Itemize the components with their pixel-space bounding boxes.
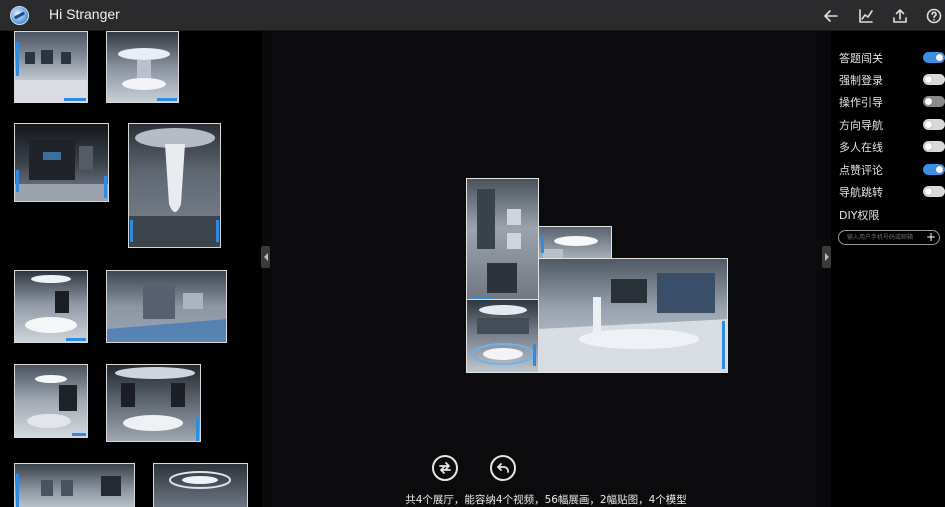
diy-user-input[interactable] (847, 232, 927, 243)
collapse-right-handle[interactable] (822, 246, 831, 268)
top-bar: Hi Stranger (0, 0, 945, 31)
hall-thumb-7[interactable] (14, 364, 88, 438)
hall-thumb-6[interactable] (106, 270, 227, 343)
hall-thumb-3[interactable] (14, 123, 109, 202)
hall-thumb-1[interactable] (14, 31, 88, 103)
toggle-like-comment[interactable] (923, 164, 945, 175)
setting-label-multiplayer: 多人在线 (839, 141, 883, 154)
settings-panel: 答题闯关 强制登录 操作引导 方向导航 多人在线 点赞评论 导航跳转 DIY权限… (831, 31, 945, 507)
share-upload-icon[interactable] (889, 5, 911, 27)
hall-gallery (0, 31, 262, 507)
app-title: Hi Stranger (49, 6, 120, 22)
setting-guide: 操作引导 (839, 93, 945, 111)
app-logo-icon[interactable] (10, 6, 29, 25)
setting-label-guide: 操作引导 (839, 96, 883, 109)
hall-floorplan (466, 178, 728, 373)
setting-like-comment: 点赞评论 (839, 161, 945, 179)
hall-thumb-5[interactable] (14, 270, 88, 343)
toggle-guide[interactable] (923, 96, 945, 107)
diy-permission-label: DIY权限 (839, 209, 880, 222)
toggle-nav-jump[interactable] (923, 186, 945, 197)
swap-icon (439, 462, 451, 474)
add-user-button[interactable]: + (926, 231, 936, 243)
setting-label-like-comment: 点赞评论 (839, 164, 883, 177)
room-tall-left[interactable] (466, 178, 539, 304)
setting-direction-nav: 方向导航 (839, 116, 945, 134)
hall-thumb-2[interactable] (106, 31, 179, 103)
floorplan-canvas: 共4个展厅，能容纳4个视频，56幅展画，2幅贴图，4个模型 (270, 31, 822, 507)
setting-force-login: 强制登录 (839, 71, 945, 89)
toggle-direction-nav[interactable] (923, 119, 945, 130)
undo-icon (497, 463, 509, 473)
setting-quiz: 答题闯关 (839, 49, 945, 67)
hall-thumb-9[interactable] (14, 463, 135, 507)
setting-multiplayer: 多人在线 (839, 138, 945, 156)
toggle-force-login[interactable] (923, 74, 945, 85)
setting-label-nav-jump: 导航跳转 (839, 186, 883, 199)
setting-label-force-login: 强制登录 (839, 74, 883, 87)
room-large-right[interactable] (538, 258, 728, 373)
swap-button[interactable] (432, 455, 458, 481)
setting-nav-jump: 导航跳转 (839, 183, 945, 201)
toggle-quiz[interactable] (923, 52, 945, 63)
hall-thumb-4[interactable] (128, 123, 221, 248)
setting-label-direction-nav: 方向导航 (839, 119, 883, 132)
hall-thumb-10[interactable] (153, 463, 248, 507)
hall-thumb-8[interactable] (106, 364, 201, 442)
setting-diy: DIY权限 (839, 206, 939, 224)
room-round-bottom[interactable] (466, 299, 539, 373)
undo-button[interactable] (490, 455, 516, 481)
help-icon[interactable] (923, 5, 945, 27)
toggle-multiplayer[interactable] (923, 141, 945, 152)
diy-permission-field: + (838, 230, 940, 245)
setting-label-quiz: 答题闯关 (839, 52, 883, 65)
collapse-left-handle[interactable] (261, 246, 270, 268)
back-arrow-icon[interactable] (820, 5, 842, 27)
chart-icon[interactable] (855, 5, 877, 27)
hall-summary-text: 共4个展厅，能容纳4个视频，56幅展画，2幅贴图，4个模型 (405, 494, 687, 506)
